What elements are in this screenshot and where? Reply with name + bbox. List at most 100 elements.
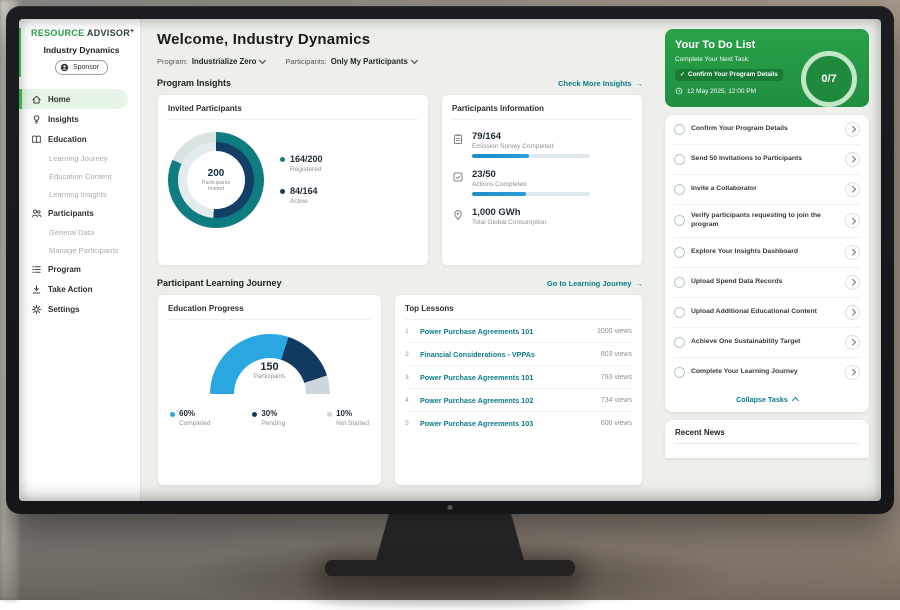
task-row[interactable]: Send 50 Invitations to Participants [674, 145, 860, 175]
sidebar-item-label: General Data [49, 228, 94, 237]
todo-title: Your To Do List [675, 39, 859, 51]
list-icon [31, 264, 42, 275]
lesson-views: 1000 views [597, 328, 632, 335]
task-checkbox[interactable] [674, 307, 685, 318]
collapse-tasks-label: Collapse Tasks [736, 395, 788, 404]
sidebar-item-education-content[interactable]: Education Content [19, 167, 140, 185]
chevron-right-icon [849, 218, 855, 224]
lesson-link[interactable]: Financial Considerations - VPPAs [420, 350, 594, 359]
legend-label: Completed [179, 420, 210, 427]
sidebar-item-insights[interactable]: Insights [19, 109, 140, 129]
sponsor-badge: Sponsor [55, 60, 108, 75]
lesson-link[interactable]: Power Purchase Agreements 102 [420, 396, 594, 405]
sidebar-item-participants[interactable]: Participants [19, 203, 140, 223]
lesson-link[interactable]: Power Purchase Agreements 101 [420, 327, 590, 336]
task-row[interactable]: Verify participants requesting to join t… [674, 205, 860, 238]
clock-icon [675, 87, 683, 95]
education-progress-gauge-chart: 150 Participants [210, 334, 330, 394]
main-content: Welcome, Industry Dynamics Program: Indu… [141, 19, 655, 501]
sidebar-item-label: Learning Journey [49, 154, 108, 163]
task-chevron-button[interactable] [845, 305, 860, 320]
sidebar-item-settings[interactable]: Settings [19, 299, 140, 319]
lesson-link[interactable]: Power Purchase Agreements 103 [420, 419, 594, 428]
go-to-learning-journey-link[interactable]: Go to Learning Journey → [547, 279, 643, 288]
progress-bar-fill [472, 154, 529, 158]
sidebar-item-home[interactable]: Home [19, 89, 128, 109]
task-chevron-button[interactable] [845, 335, 860, 350]
participants-information-card: Participants Information 79/164 Emission… [441, 94, 643, 266]
page-title: Welcome, Industry Dynamics [157, 31, 643, 48]
program-filter: Program: Industrialize Zero [157, 57, 265, 66]
task-checkbox[interactable] [674, 215, 685, 226]
task-checkbox[interactable] [674, 184, 685, 195]
monitor-camera-dot [448, 505, 453, 510]
program-insights-header: Program Insights Check More Insights → [157, 78, 643, 88]
participants-filter-value: Only My Participants [331, 57, 408, 66]
monitor-bezel: RESOURCE ADVISOR+ Industry Dynamics Spon… [6, 6, 894, 514]
task-chevron-button[interactable] [845, 122, 860, 137]
task-row[interactable]: Upload Additional Educational Content [674, 298, 860, 328]
learning-journey-header: Participant Learning Journey Go to Learn… [157, 278, 643, 288]
stat-label: Actions Completed [472, 181, 590, 188]
task-chevron-button[interactable] [845, 152, 860, 167]
task-row[interactable]: Achieve One Sustainability Target [674, 328, 860, 358]
sidebar-item-program[interactable]: Program [19, 259, 140, 279]
check-icon: ✓ [680, 71, 685, 78]
stat-global-consumption: 1,000 GWh Total Global Consumption [452, 207, 632, 226]
task-checkbox[interactable] [674, 247, 685, 258]
screen: RESOURCE ADVISOR+ Industry Dynamics Spon… [19, 19, 881, 501]
sidebar-item-take-action[interactable]: Take Action [19, 279, 140, 299]
lesson-views: 600 views [601, 420, 632, 427]
lesson-link[interactable]: Power Purchase Agreements 101 [420, 373, 594, 382]
task-checkbox[interactable] [674, 154, 685, 165]
program-filter-select[interactable]: Industrialize Zero [192, 57, 266, 66]
sidebar-item-learning-insights[interactable]: Learning Insights [19, 185, 140, 203]
check-more-insights-link[interactable]: Check More Insights → [558, 79, 643, 88]
collapse-tasks-button[interactable]: Collapse Tasks [674, 387, 860, 412]
sidebar-item-label: Manage Participants [49, 246, 118, 255]
sidebar: RESOURCE ADVISOR+ Industry Dynamics Spon… [19, 19, 141, 501]
chevron-right-icon [849, 186, 855, 192]
task-checkbox[interactable] [674, 337, 685, 348]
task-row[interactable]: Explore Your Insights Dashboard [674, 238, 860, 268]
task-chevron-button[interactable] [845, 245, 860, 260]
donut-center: 200 Participants Invited [187, 151, 245, 209]
sidebar-header: RESOURCE ADVISOR+ Industry Dynamics Spon… [19, 28, 140, 81]
legend-value: 30% [261, 410, 285, 419]
task-label: Upload Additional Educational Content [691, 308, 839, 317]
lesson-rank: 4 [405, 397, 413, 404]
next-task-chip[interactable]: ✓ Confirm Your Program Details [675, 69, 783, 81]
legend-value: 10% [336, 410, 369, 419]
donut-legend: 164/200 Registered 84/164 Active [280, 155, 323, 205]
sidebar-item-general-data[interactable]: General Data [19, 223, 140, 241]
task-row[interactable]: Invite a Collaborator [674, 175, 860, 205]
participants-filter-label: Participants: [285, 57, 326, 66]
task-chevron-button[interactable] [845, 365, 860, 380]
task-row[interactable]: Complete Your Learning Journey [674, 358, 860, 387]
stat-label: Emission Survey Completed [472, 143, 590, 150]
sidebar-nav: Home Insights Education Learning Journey [19, 89, 140, 319]
lesson-views: 803 views [601, 351, 632, 358]
sidebar-item-label: Education Content [49, 172, 111, 181]
sidebar-item-education[interactable]: Education [19, 129, 140, 149]
task-checkbox[interactable] [674, 367, 685, 378]
sidebar-item-manage-participants[interactable]: Manage Participants [19, 241, 140, 259]
gauge-center-label: Participants [210, 374, 330, 380]
task-row[interactable]: Upload Spend Data Records [674, 268, 860, 298]
task-label: Verify participants requesting to join t… [691, 212, 839, 230]
logo-plus: + [130, 28, 134, 35]
stat-value: 1,000 GWh [472, 207, 546, 218]
stat-label: Total Global Consumption [472, 219, 546, 226]
task-checkbox[interactable] [674, 124, 685, 135]
task-row[interactable]: Confirm Your Program Details [674, 115, 860, 145]
legend-dot [280, 157, 285, 162]
sidebar-item-learning-journey[interactable]: Learning Journey [19, 149, 140, 167]
education-progress-card: Education Progress 150 Participants [157, 294, 382, 486]
legend-dot [252, 412, 257, 417]
lesson-row: 5 Power Purchase Agreements 103 600 view… [405, 412, 632, 434]
task-chevron-button[interactable] [845, 182, 860, 197]
task-chevron-button[interactable] [845, 275, 860, 290]
task-checkbox[interactable] [674, 277, 685, 288]
task-chevron-button[interactable] [845, 213, 860, 228]
participants-filter-select[interactable]: Only My Participants [331, 57, 417, 66]
